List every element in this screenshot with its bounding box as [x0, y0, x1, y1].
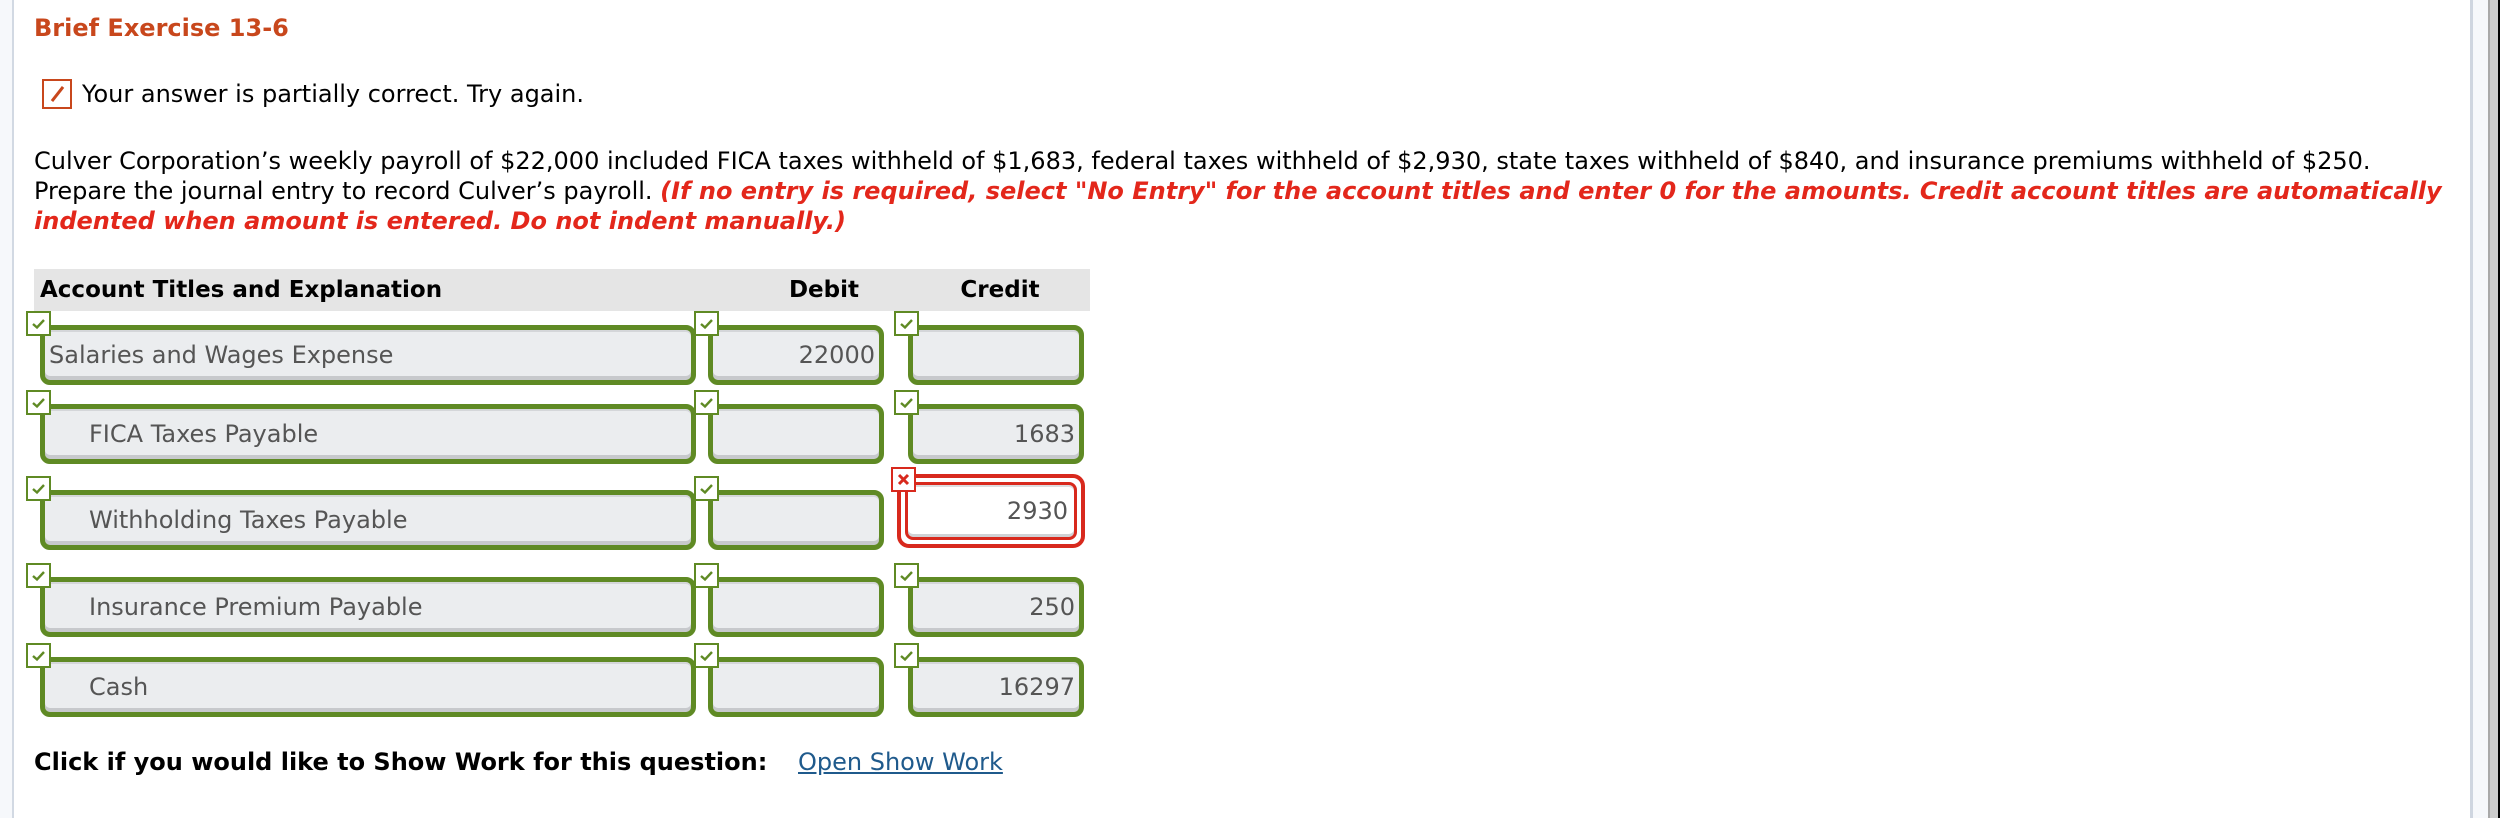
account-title-value: Cash	[89, 673, 149, 701]
show-work-prompt: Click if you would like to Show Work for…	[34, 748, 768, 776]
account-title-value: Withholding Taxes Payable	[89, 506, 408, 534]
feedback-message: Your answer is partially correct. Try ag…	[82, 80, 585, 108]
credit-amount-field[interactable]: 2930	[897, 474, 1085, 548]
correct-check-icon	[694, 390, 719, 415]
credit-amount-field[interactable]: 1683	[908, 404, 1084, 464]
account-title-field[interactable]: Insurance Premium Payable	[40, 577, 696, 637]
correct-check-icon	[26, 390, 51, 415]
debit-amount-field[interactable]: 22000	[708, 325, 884, 385]
credit-amount-field[interactable]: 250	[908, 577, 1084, 637]
credit-amount-value: 16297	[998, 673, 1075, 701]
correct-check-icon	[694, 643, 719, 668]
debit-amount-field[interactable]	[708, 657, 884, 717]
journal-row: Insurance Premium Payable 250	[0, 563, 1100, 643]
feedback-banner: Your answer is partially correct. Try ag…	[42, 78, 584, 110]
debit-amount-field[interactable]	[708, 577, 884, 637]
credit-amount-value: 250	[1029, 593, 1075, 621]
credit-amount-value[interactable]: 2930	[905, 482, 1077, 540]
correct-check-icon	[694, 563, 719, 588]
debit-amount-field[interactable]	[708, 490, 884, 550]
right-frame-margin	[2473, 0, 2488, 818]
account-title-value: Salaries and Wages Expense	[49, 341, 394, 369]
account-title-field[interactable]: Withholding Taxes Payable	[40, 490, 696, 550]
correct-check-icon	[694, 311, 719, 336]
debit-amount-value: 22000	[798, 341, 875, 369]
header-debit: Debit	[788, 277, 860, 303]
account-title-field[interactable]: Cash	[40, 657, 696, 717]
debit-amount-field[interactable]	[708, 404, 884, 464]
credit-amount-value: 1683	[1013, 420, 1075, 448]
journal-table-header: Account Titles and Explanation Debit Cre…	[34, 269, 1090, 311]
journal-row: FICA Taxes Payable 1683	[0, 390, 1100, 470]
open-show-work-link[interactable]: Open Show Work	[798, 748, 1003, 776]
journal-row: Cash 16297	[0, 643, 1100, 723]
account-title-value: Insurance Premium Payable	[89, 593, 423, 621]
credit-amount-field[interactable]: 16297	[908, 657, 1084, 717]
correct-check-icon	[694, 476, 719, 501]
partially-correct-icon	[42, 79, 72, 109]
account-title-value: FICA Taxes Payable	[89, 420, 319, 448]
correct-check-icon	[26, 476, 51, 501]
account-title-field[interactable]: Salaries and Wages Expense	[40, 325, 696, 385]
account-title-field[interactable]: FICA Taxes Payable	[40, 404, 696, 464]
correct-check-icon	[894, 311, 919, 336]
incorrect-x-icon	[891, 467, 916, 492]
exercise-title: Brief Exercise 13-6	[34, 14, 289, 42]
correct-check-icon	[894, 390, 919, 415]
header-account: Account Titles and Explanation	[40, 277, 443, 303]
scrollbar-track[interactable]	[2488, 0, 2498, 818]
journal-row: Withholding Taxes Payable 2930	[0, 467, 1100, 556]
header-credit: Credit	[960, 277, 1040, 303]
correct-check-icon	[26, 563, 51, 588]
credit-amount-field[interactable]	[908, 325, 1084, 385]
question-text: Culver Corporation’s weekly payroll of $…	[34, 146, 2454, 236]
correct-check-icon	[26, 311, 51, 336]
correct-check-icon	[894, 563, 919, 588]
correct-check-icon	[894, 643, 919, 668]
journal-row: Salaries and Wages Expense 22000	[0, 311, 1100, 391]
correct-check-icon	[26, 643, 51, 668]
